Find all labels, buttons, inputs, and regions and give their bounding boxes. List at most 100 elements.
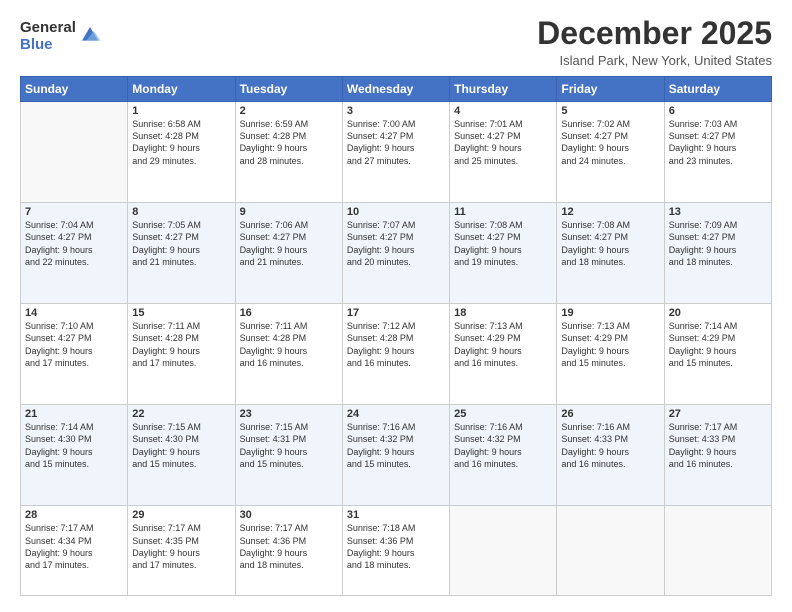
calendar-cell: 7Sunrise: 7:04 AM Sunset: 4:27 PM Daylig…: [21, 203, 128, 304]
day-number: 16: [240, 307, 338, 319]
calendar-cell: [21, 102, 128, 203]
calendar-cell: 18Sunrise: 7:13 AM Sunset: 4:29 PM Dayli…: [450, 304, 557, 405]
header: General Blue December 2025 Island Park, …: [20, 16, 772, 68]
day-number: 15: [132, 307, 230, 319]
day-number: 13: [669, 206, 767, 218]
day-number: 9: [240, 206, 338, 218]
day-info: Sunrise: 7:11 AM Sunset: 4:28 PM Dayligh…: [132, 320, 230, 369]
day-number: 30: [240, 509, 338, 521]
day-info: Sunrise: 7:16 AM Sunset: 4:32 PM Dayligh…: [454, 421, 552, 470]
calendar-cell: 26Sunrise: 7:16 AM Sunset: 4:33 PM Dayli…: [557, 405, 664, 506]
calendar-cell: 17Sunrise: 7:12 AM Sunset: 4:28 PM Dayli…: [342, 304, 449, 405]
day-info: Sunrise: 7:17 AM Sunset: 4:36 PM Dayligh…: [240, 522, 338, 571]
calendar-cell: 21Sunrise: 7:14 AM Sunset: 4:30 PM Dayli…: [21, 405, 128, 506]
calendar-cell: 8Sunrise: 7:05 AM Sunset: 4:27 PM Daylig…: [128, 203, 235, 304]
location-subtitle: Island Park, New York, United States: [537, 53, 772, 68]
calendar-cell: [450, 506, 557, 596]
col-header-sunday: Sunday: [21, 77, 128, 102]
day-number: 5: [561, 105, 659, 117]
col-header-friday: Friday: [557, 77, 664, 102]
day-info: Sunrise: 7:10 AM Sunset: 4:27 PM Dayligh…: [25, 320, 123, 369]
calendar-cell: 31Sunrise: 7:18 AM Sunset: 4:36 PM Dayli…: [342, 506, 449, 596]
day-info: Sunrise: 7:14 AM Sunset: 4:29 PM Dayligh…: [669, 320, 767, 369]
calendar-cell: 20Sunrise: 7:14 AM Sunset: 4:29 PM Dayli…: [664, 304, 771, 405]
day-info: Sunrise: 7:12 AM Sunset: 4:28 PM Dayligh…: [347, 320, 445, 369]
day-number: 29: [132, 509, 230, 521]
calendar-cell: 14Sunrise: 7:10 AM Sunset: 4:27 PM Dayli…: [21, 304, 128, 405]
calendar-cell: 29Sunrise: 7:17 AM Sunset: 4:35 PM Dayli…: [128, 506, 235, 596]
calendar-cell: 11Sunrise: 7:08 AM Sunset: 4:27 PM Dayli…: [450, 203, 557, 304]
day-info: Sunrise: 6:58 AM Sunset: 4:28 PM Dayligh…: [132, 118, 230, 167]
day-number: 23: [240, 408, 338, 420]
day-number: 2: [240, 105, 338, 117]
day-info: Sunrise: 7:05 AM Sunset: 4:27 PM Dayligh…: [132, 219, 230, 268]
day-info: Sunrise: 7:17 AM Sunset: 4:33 PM Dayligh…: [669, 421, 767, 470]
col-header-saturday: Saturday: [664, 77, 771, 102]
day-number: 19: [561, 307, 659, 319]
day-info: Sunrise: 7:08 AM Sunset: 4:27 PM Dayligh…: [454, 219, 552, 268]
title-block: December 2025 Island Park, New York, Uni…: [537, 16, 772, 68]
day-info: Sunrise: 7:08 AM Sunset: 4:27 PM Dayligh…: [561, 219, 659, 268]
day-number: 17: [347, 307, 445, 319]
col-header-thursday: Thursday: [450, 77, 557, 102]
day-info: Sunrise: 7:00 AM Sunset: 4:27 PM Dayligh…: [347, 118, 445, 167]
day-info: Sunrise: 7:13 AM Sunset: 4:29 PM Dayligh…: [454, 320, 552, 369]
day-number: 28: [25, 509, 123, 521]
calendar-cell: 5Sunrise: 7:02 AM Sunset: 4:27 PM Daylig…: [557, 102, 664, 203]
col-header-tuesday: Tuesday: [235, 77, 342, 102]
calendar-cell: 6Sunrise: 7:03 AM Sunset: 4:27 PM Daylig…: [664, 102, 771, 203]
calendar-cell: 3Sunrise: 7:00 AM Sunset: 4:27 PM Daylig…: [342, 102, 449, 203]
logo-text: General Blue: [20, 20, 76, 53]
day-info: Sunrise: 7:16 AM Sunset: 4:32 PM Dayligh…: [347, 421, 445, 470]
calendar-cell: 28Sunrise: 7:17 AM Sunset: 4:34 PM Dayli…: [21, 506, 128, 596]
calendar-cell: 25Sunrise: 7:16 AM Sunset: 4:32 PM Dayli…: [450, 405, 557, 506]
day-info: Sunrise: 7:03 AM Sunset: 4:27 PM Dayligh…: [669, 118, 767, 167]
calendar-cell: 10Sunrise: 7:07 AM Sunset: 4:27 PM Dayli…: [342, 203, 449, 304]
day-number: 27: [669, 408, 767, 420]
day-info: Sunrise: 7:17 AM Sunset: 4:35 PM Dayligh…: [132, 522, 230, 571]
day-info: Sunrise: 7:07 AM Sunset: 4:27 PM Dayligh…: [347, 219, 445, 268]
day-number: 24: [347, 408, 445, 420]
calendar-header-row: SundayMondayTuesdayWednesdayThursdayFrid…: [21, 77, 772, 102]
calendar-cell: 4Sunrise: 7:01 AM Sunset: 4:27 PM Daylig…: [450, 102, 557, 203]
day-number: 3: [347, 105, 445, 117]
day-number: 14: [25, 307, 123, 319]
calendar-cell: 13Sunrise: 7:09 AM Sunset: 4:27 PM Dayli…: [664, 203, 771, 304]
day-info: Sunrise: 7:17 AM Sunset: 4:34 PM Dayligh…: [25, 522, 123, 571]
day-info: Sunrise: 7:02 AM Sunset: 4:27 PM Dayligh…: [561, 118, 659, 167]
day-info: Sunrise: 7:14 AM Sunset: 4:30 PM Dayligh…: [25, 421, 123, 470]
day-number: 4: [454, 105, 552, 117]
calendar-cell: 1Sunrise: 6:58 AM Sunset: 4:28 PM Daylig…: [128, 102, 235, 203]
day-info: Sunrise: 7:01 AM Sunset: 4:27 PM Dayligh…: [454, 118, 552, 167]
day-number: 31: [347, 509, 445, 521]
day-info: Sunrise: 7:13 AM Sunset: 4:29 PM Dayligh…: [561, 320, 659, 369]
col-header-monday: Monday: [128, 77, 235, 102]
calendar-week-1: 1Sunrise: 6:58 AM Sunset: 4:28 PM Daylig…: [21, 102, 772, 203]
day-number: 18: [454, 307, 552, 319]
logo: General Blue: [20, 20, 102, 53]
day-number: 11: [454, 206, 552, 218]
day-number: 20: [669, 307, 767, 319]
calendar-cell: 12Sunrise: 7:08 AM Sunset: 4:27 PM Dayli…: [557, 203, 664, 304]
day-info: Sunrise: 7:16 AM Sunset: 4:33 PM Dayligh…: [561, 421, 659, 470]
calendar-week-3: 14Sunrise: 7:10 AM Sunset: 4:27 PM Dayli…: [21, 304, 772, 405]
col-header-wednesday: Wednesday: [342, 77, 449, 102]
day-info: Sunrise: 7:11 AM Sunset: 4:28 PM Dayligh…: [240, 320, 338, 369]
day-info: Sunrise: 7:15 AM Sunset: 4:30 PM Dayligh…: [132, 421, 230, 470]
day-info: Sunrise: 7:15 AM Sunset: 4:31 PM Dayligh…: [240, 421, 338, 470]
day-info: Sunrise: 7:06 AM Sunset: 4:27 PM Dayligh…: [240, 219, 338, 268]
day-number: 22: [132, 408, 230, 420]
day-info: Sunrise: 7:04 AM Sunset: 4:27 PM Dayligh…: [25, 219, 123, 268]
day-info: Sunrise: 6:59 AM Sunset: 4:28 PM Dayligh…: [240, 118, 338, 167]
day-number: 25: [454, 408, 552, 420]
calendar-week-4: 21Sunrise: 7:14 AM Sunset: 4:30 PM Dayli…: [21, 405, 772, 506]
day-number: 10: [347, 206, 445, 218]
day-info: Sunrise: 7:09 AM Sunset: 4:27 PM Dayligh…: [669, 219, 767, 268]
calendar-week-2: 7Sunrise: 7:04 AM Sunset: 4:27 PM Daylig…: [21, 203, 772, 304]
page: General Blue December 2025 Island Park, …: [0, 0, 792, 612]
day-number: 12: [561, 206, 659, 218]
calendar-cell: 9Sunrise: 7:06 AM Sunset: 4:27 PM Daylig…: [235, 203, 342, 304]
logo-icon: [78, 23, 102, 47]
calendar-cell: [557, 506, 664, 596]
calendar-cell: 15Sunrise: 7:11 AM Sunset: 4:28 PM Dayli…: [128, 304, 235, 405]
